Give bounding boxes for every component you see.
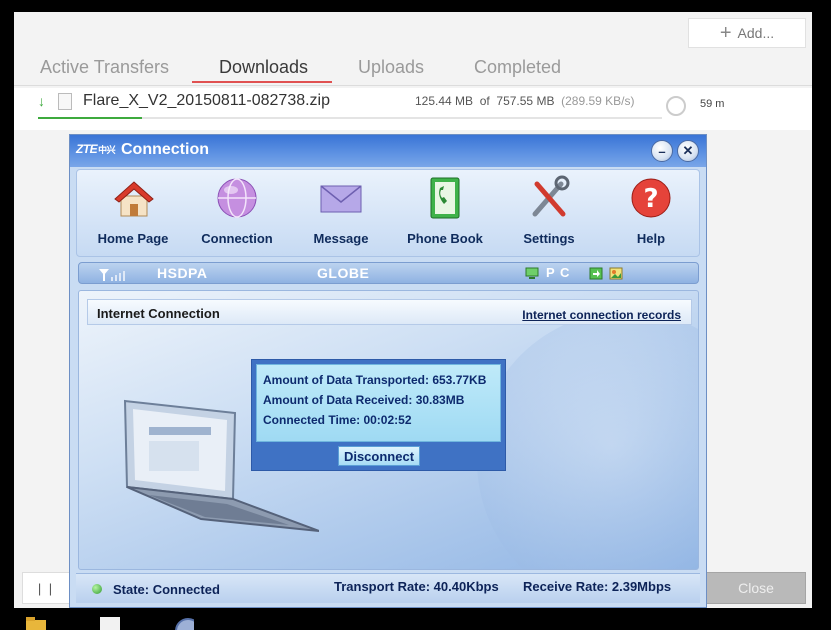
network-type: HSDPA bbox=[157, 265, 208, 281]
phone-book-icon bbox=[430, 177, 460, 219]
computer-icon bbox=[525, 267, 539, 279]
download-filename: Flare_X_V2_20150811-082738.zip bbox=[83, 92, 331, 109]
zte-logo-text: ZTE bbox=[76, 142, 98, 156]
toolbar-phone-book-label: Phone Book bbox=[407, 231, 483, 246]
connection-stats: Amount of Data Transported: 653.77KB Amo… bbox=[256, 364, 501, 442]
connection-stats-box: Amount of Data Transported: 653.77KB Amo… bbox=[251, 359, 506, 471]
file-icon bbox=[58, 93, 72, 110]
desktop: + Add... Active Transfers Downloads Uplo… bbox=[0, 0, 831, 630]
status-bar: State: Connected Transport Rate: 40.40Kb… bbox=[76, 573, 700, 603]
connected-status-icon bbox=[92, 584, 102, 594]
minimize-icon: – bbox=[658, 143, 666, 159]
folder-icon[interactable] bbox=[26, 617, 46, 630]
toolbar-settings-label: Settings bbox=[523, 231, 575, 246]
svg-text:?: ? bbox=[643, 184, 658, 214]
minimize-button[interactable]: – bbox=[651, 140, 673, 162]
panel-header: Internet Connection Internet connection … bbox=[87, 299, 692, 325]
toolbar-message-label: Message bbox=[313, 231, 369, 246]
download-row[interactable]: ↓ Flare_X_V2_20150811-082738.zip 125.44 … bbox=[14, 88, 812, 130]
zte-logo-cn: 中兴 bbox=[98, 145, 116, 155]
close-icon: ✕ bbox=[682, 143, 694, 158]
toolbar-phone-book[interactable]: Phone Book bbox=[397, 174, 493, 246]
toolbar-help[interactable]: ? Help bbox=[603, 174, 699, 246]
window-close-button[interactable]: ✕ bbox=[677, 140, 699, 162]
toolbar-home-page-label: Home Page bbox=[97, 231, 169, 246]
house-icon bbox=[114, 181, 154, 217]
data-transported: Amount of Data Transported: 653.77KB bbox=[263, 373, 487, 387]
data-received: Amount of Data Received: 30.83MB bbox=[263, 393, 465, 407]
clock-icon[interactable] bbox=[174, 617, 194, 630]
zte-logo: ZTE中兴 bbox=[76, 142, 116, 156]
toolbar-home-page[interactable]: Home Page bbox=[85, 174, 181, 246]
tools-icon bbox=[532, 175, 570, 217]
downloaded-amount: 125.44 MB bbox=[415, 94, 474, 108]
toolbar-help-label: Help bbox=[636, 231, 666, 246]
download-eta: 59 m bbox=[700, 98, 725, 110]
title-bar[interactable]: ZTE中兴 Connection – ✕ bbox=[70, 135, 706, 167]
operator-name: GLOBE bbox=[317, 265, 370, 281]
tab-downloads[interactable]: Downloads bbox=[219, 57, 308, 78]
connection-records-link[interactable]: Internet connection records bbox=[522, 308, 681, 322]
disconnect-button[interactable]: Disconnect bbox=[338, 446, 420, 466]
help-icon: ? bbox=[631, 178, 671, 218]
image-icon bbox=[609, 267, 623, 280]
main-toolbar: Home Page Connection Message Phone Book … bbox=[76, 169, 700, 257]
add-button[interactable]: + Add... bbox=[688, 18, 806, 48]
network-status-strip: HSDPA GLOBE P C bbox=[78, 262, 699, 284]
connection-state: State: Connected bbox=[113, 582, 220, 597]
globe-icon bbox=[217, 178, 257, 218]
sync-icon bbox=[589, 267, 603, 280]
download-progress-bar bbox=[38, 117, 662, 119]
zte-connection-window: ZTE中兴 Connection – ✕ Home Page Connectio… bbox=[69, 134, 707, 608]
download-arrow-icon: ↓ bbox=[38, 93, 45, 109]
toolbar-connection[interactable]: Connection bbox=[189, 174, 285, 246]
toolbar-message[interactable]: Message bbox=[293, 174, 389, 246]
transport-rate: Transport Rate: 40.40Kbps bbox=[334, 579, 499, 594]
tab-uploads[interactable]: Uploads bbox=[358, 57, 424, 78]
plus-icon: + bbox=[719, 22, 732, 44]
panel-title: Internet Connection bbox=[97, 306, 220, 321]
receive-rate: Receive Rate: 2.39Mbps bbox=[523, 579, 672, 594]
window-title: Connection bbox=[121, 141, 209, 158]
add-button-label: Add... bbox=[737, 25, 775, 41]
internet-connection-panel: Internet Connection Internet connection … bbox=[78, 290, 699, 570]
pause-button[interactable]: | | bbox=[22, 572, 70, 604]
of-label: of bbox=[479, 94, 490, 108]
globe-background-icon bbox=[477, 311, 698, 569]
toolbar-settings[interactable]: Settings bbox=[501, 174, 597, 246]
download-size: 125.44 MB of 757.55 MB (289.59 KB/s) bbox=[415, 94, 635, 108]
signal-strength-icon bbox=[99, 269, 125, 281]
tab-active-transfers[interactable]: Active Transfers bbox=[40, 57, 169, 78]
transfer-tabs: Active Transfers Downloads Uploads Compl… bbox=[14, 54, 812, 86]
toolbar-connection-label: Connection bbox=[201, 231, 273, 246]
total-size: 757.55 MB bbox=[496, 94, 555, 108]
tab-completed[interactable]: Completed bbox=[474, 57, 561, 78]
active-tab-indicator bbox=[192, 81, 332, 83]
connected-time: Connected Time: 00:02:52 bbox=[263, 413, 412, 427]
document-icon[interactable] bbox=[100, 617, 120, 630]
close-button[interactable]: Close bbox=[706, 572, 806, 604]
download-speed: (289.59 KB/s) bbox=[561, 94, 635, 108]
pc-indicator: P C bbox=[546, 265, 571, 280]
envelope-icon bbox=[320, 185, 362, 213]
download-progress-fill bbox=[38, 117, 142, 119]
cloud-download-icon[interactable] bbox=[666, 96, 686, 116]
